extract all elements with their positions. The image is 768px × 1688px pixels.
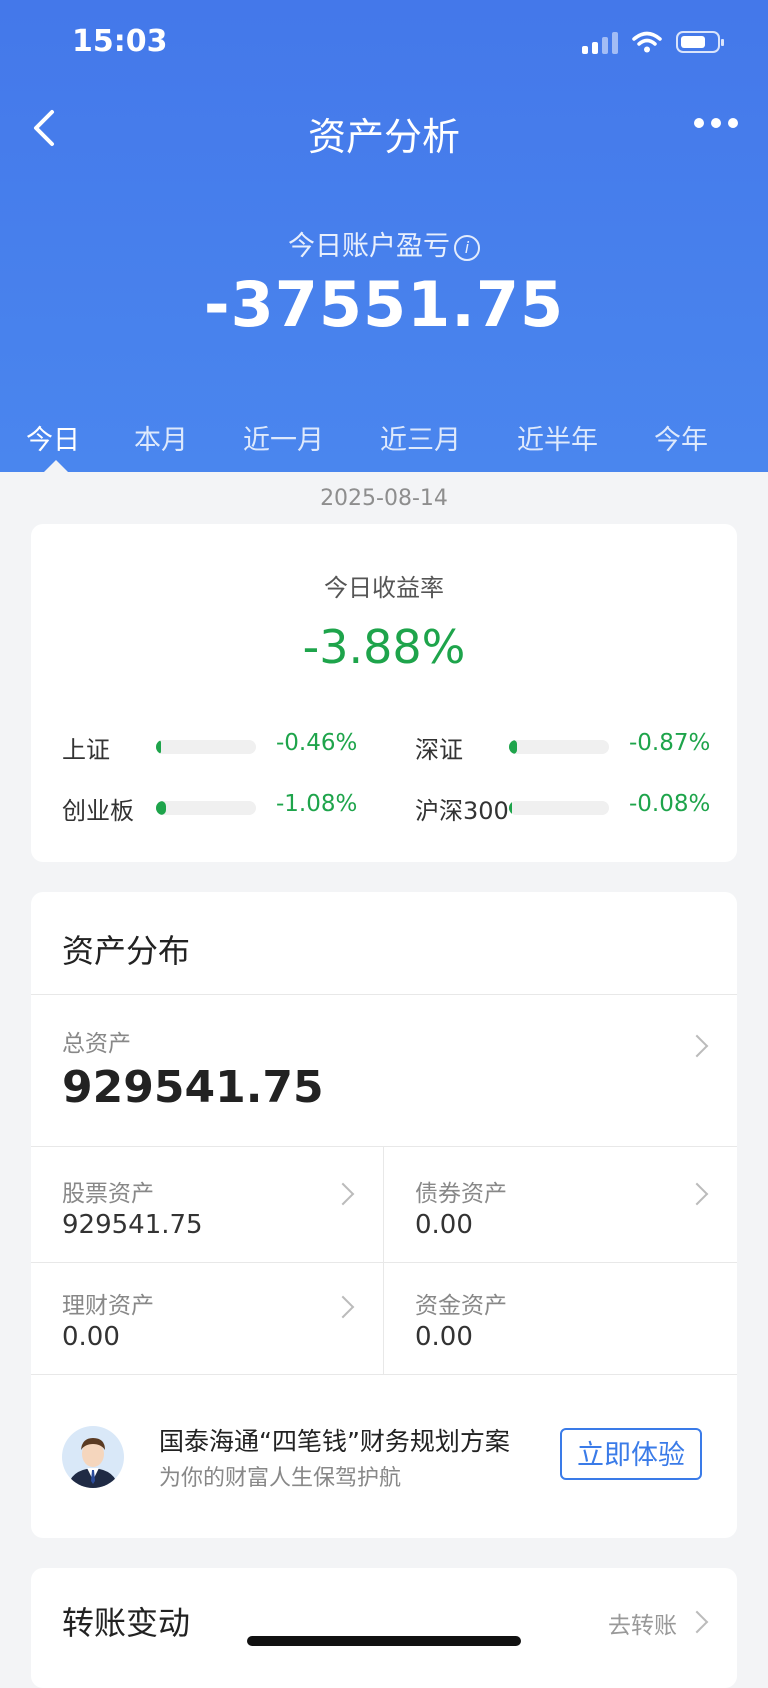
daily-pl-value: -37551.75: [203, 268, 565, 341]
more-icon[interactable]: [694, 118, 738, 128]
status-time: 15:03: [72, 24, 168, 59]
chevron-right-icon[interactable]: [685, 1610, 709, 1634]
status-icons: [582, 30, 724, 54]
index-name: 深证: [415, 736, 463, 764]
home-indicator: [247, 1636, 521, 1646]
tab-last-month[interactable]: 近一月: [243, 418, 324, 457]
try-now-button[interactable]: 立即体验: [560, 1428, 702, 1480]
chevron-right-icon[interactable]: [331, 1182, 355, 1206]
index-bar: [156, 740, 256, 754]
wifi-icon: [632, 31, 662, 53]
section-title: 资产分布: [62, 932, 191, 970]
signal-icon: [582, 30, 618, 54]
period-tabs: 今日 本月 近一月 近三月 近半年 今年: [0, 418, 768, 472]
tab-last-half-year[interactable]: 近半年: [517, 418, 598, 457]
cash-assets-value: 0.00: [415, 1322, 473, 1352]
divider: [31, 1146, 737, 1147]
index-bar-fill: [156, 801, 166, 815]
index-value: -0.87%: [629, 730, 711, 756]
tab-last-three-months[interactable]: 近三月: [380, 418, 461, 457]
tab-this-month[interactable]: 本月: [134, 418, 188, 457]
index-row: 创业板 -1.08%: [62, 791, 382, 825]
info-icon[interactable]: i: [454, 234, 480, 261]
date-label: 2025-08-14: [320, 486, 448, 511]
bond-assets-label: 债券资产: [415, 1181, 507, 1207]
advisor-avatar-icon: [68, 1438, 118, 1488]
cash-assets-label: 资金资产: [415, 1293, 507, 1319]
wealth-assets-label: 理财资产: [62, 1293, 154, 1319]
index-name: 上证: [62, 736, 110, 764]
total-assets-value[interactable]: 929541.75: [62, 1062, 324, 1113]
chevron-right-icon[interactable]: [331, 1295, 355, 1319]
index-value: -0.46%: [276, 730, 358, 756]
chevron-right-icon[interactable]: [685, 1182, 709, 1206]
go-transfer-link[interactable]: 去转账: [608, 1606, 677, 1640]
promo-title: 国泰海通“四笔钱”财务规划方案: [159, 1427, 510, 1456]
active-tab-indicator: [44, 460, 68, 472]
asset-distribution-card: 资产分布 总资产 929541.75 股票资产 929541.75 债券资产 0…: [31, 892, 737, 1538]
divider: [31, 994, 737, 995]
section-title: 转账变动: [62, 1604, 191, 1642]
return-rate-label: 今日收益率: [324, 574, 444, 602]
index-name: 创业板: [62, 797, 134, 825]
bond-assets-value[interactable]: 0.00: [415, 1210, 473, 1240]
index-bar-fill: [509, 801, 512, 815]
wealth-assets-value[interactable]: 0.00: [62, 1322, 120, 1352]
battery-icon: [676, 31, 724, 53]
index-bar: [509, 740, 609, 754]
tab-this-year[interactable]: 今年: [654, 418, 708, 457]
index-bar-fill: [509, 740, 517, 754]
daily-pl-label-text: 今日账户盈亏: [288, 231, 450, 262]
total-assets-label: 总资产: [62, 1031, 131, 1057]
divider: [31, 1374, 737, 1375]
page-title: 资产分析: [307, 115, 460, 159]
index-value: -1.08%: [276, 791, 358, 817]
index-row: 深证 -0.87%: [415, 730, 735, 764]
index-value: -0.08%: [629, 791, 711, 817]
index-row: 沪深300 -0.08%: [415, 791, 735, 825]
divider: [31, 1262, 737, 1263]
index-bar: [156, 801, 256, 815]
index-row: 上证 -0.46%: [62, 730, 382, 764]
daily-pl-label: 今日账户盈亏 i: [0, 224, 768, 263]
stock-assets-label: 股票资产: [62, 1181, 154, 1207]
stock-assets-value[interactable]: 929541.75: [62, 1210, 203, 1240]
index-name: 沪深300: [415, 797, 509, 825]
chevron-right-icon[interactable]: [685, 1034, 709, 1058]
returns-card: 今日收益率 -3.88% 上证 -0.46% 深证 -0.87% 创业板 -1.…: [31, 524, 737, 862]
divider: [383, 1146, 384, 1374]
tab-today[interactable]: 今日: [26, 418, 80, 457]
promo-subtitle: 为你的财富人生保驾护航: [159, 1466, 402, 1491]
index-bar-fill: [156, 740, 161, 754]
transfer-card: 转账变动 去转账: [31, 1568, 737, 1688]
return-rate-value: -3.88%: [302, 620, 466, 674]
advisor-avatar: [62, 1426, 124, 1488]
index-bar: [509, 801, 609, 815]
header: 15:03 资产分析 今日账户盈亏 i -37551.75 今日 本月 近一月 近…: [0, 0, 768, 472]
